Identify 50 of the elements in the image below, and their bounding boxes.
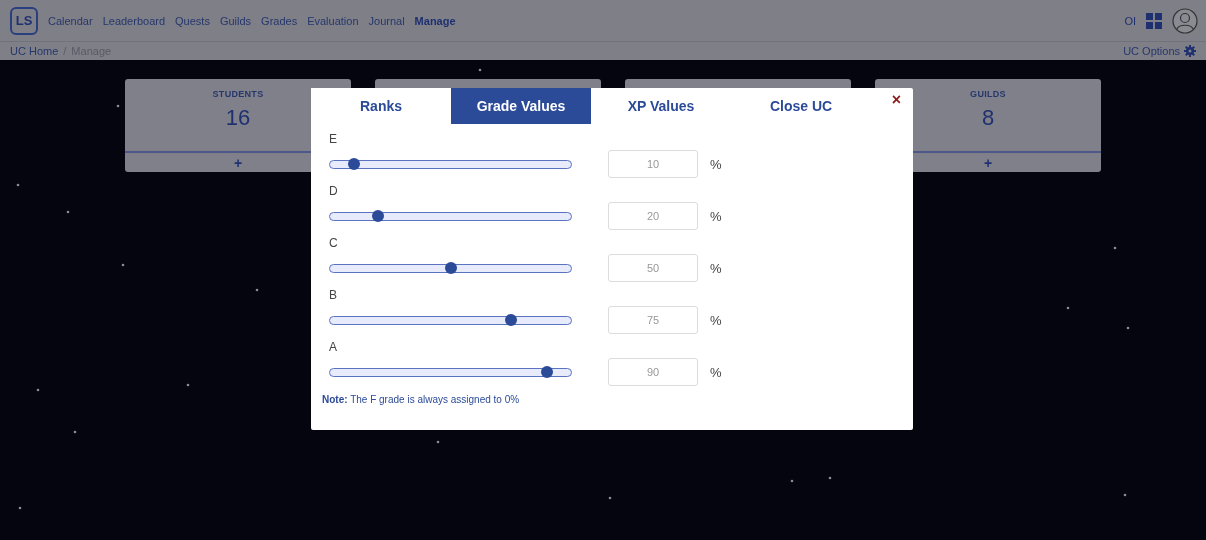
grade-slider[interactable] — [329, 263, 572, 273]
card-value: 8 — [981, 105, 995, 131]
add-button[interactable]: + — [125, 153, 351, 172]
avatar-icon[interactable] — [1172, 7, 1198, 34]
slider-thumb[interactable] — [372, 210, 385, 222]
percent-field[interactable]: 10 — [608, 150, 698, 178]
card-value: 16 — [225, 105, 251, 131]
breadcrumb-separator: / — [63, 45, 67, 57]
note-text: Note: The F grade is always assigned to 0% — [321, 393, 521, 405]
card-title: GUILDS — [970, 89, 1006, 99]
nav-link[interactable]: Journal — [368, 14, 405, 27]
slider-thumb[interactable] — [348, 158, 361, 170]
percent-field[interactable]: 75 — [608, 306, 698, 334]
percent-unit: % — [710, 312, 722, 328]
grade-label: C — [329, 236, 339, 252]
options-button[interactable]: UC Options — [1123, 45, 1196, 57]
grade-label: E — [329, 132, 338, 148]
nav-link[interactable]: Leaderboard — [102, 14, 166, 27]
percent-field[interactable]: 50 — [608, 254, 698, 282]
grade-slider[interactable] — [329, 211, 572, 221]
nav-link[interactable]: Guilds — [219, 14, 252, 27]
grade-slider[interactable] — [329, 159, 572, 169]
percent-unit: % — [710, 364, 722, 380]
nav-link[interactable]: Grades — [261, 14, 298, 27]
logo[interactable]: LS — [10, 6, 38, 35]
grade-slider[interactable] — [329, 367, 572, 377]
nav-link[interactable]: Quests — [175, 14, 210, 27]
nav-link[interactable]: Manage — [414, 14, 456, 27]
percent-unit: % — [710, 208, 722, 224]
dialog-tab[interactable]: Grade Values — [451, 88, 591, 124]
nav-link[interactable]: Evaluation — [307, 14, 359, 27]
slider-thumb[interactable] — [504, 314, 517, 326]
percent-unit: % — [710, 260, 722, 276]
grade-slider[interactable] — [329, 315, 572, 325]
percent-field[interactable]: 90 — [608, 358, 698, 386]
add-button[interactable]: + — [875, 153, 1101, 172]
slider-thumb[interactable] — [540, 366, 553, 378]
percent-unit: % — [710, 156, 722, 172]
breadcrumb-link[interactable]: UC Home — [10, 45, 59, 57]
slider-thumb[interactable] — [444, 262, 457, 274]
percent-field[interactable]: 20 — [608, 202, 698, 230]
grid-icon[interactable] — [1146, 12, 1162, 29]
grade-label: A — [329, 340, 338, 356]
grade-label: D — [329, 184, 339, 200]
user-initials: OI — [1124, 14, 1136, 27]
nav-link[interactable]: Calendar — [48, 14, 93, 27]
card-title: STUDENTS — [212, 89, 264, 99]
settings-icon — [1184, 45, 1196, 57]
close-button[interactable]: × — [891, 92, 901, 108]
grade-label: B — [329, 288, 338, 304]
